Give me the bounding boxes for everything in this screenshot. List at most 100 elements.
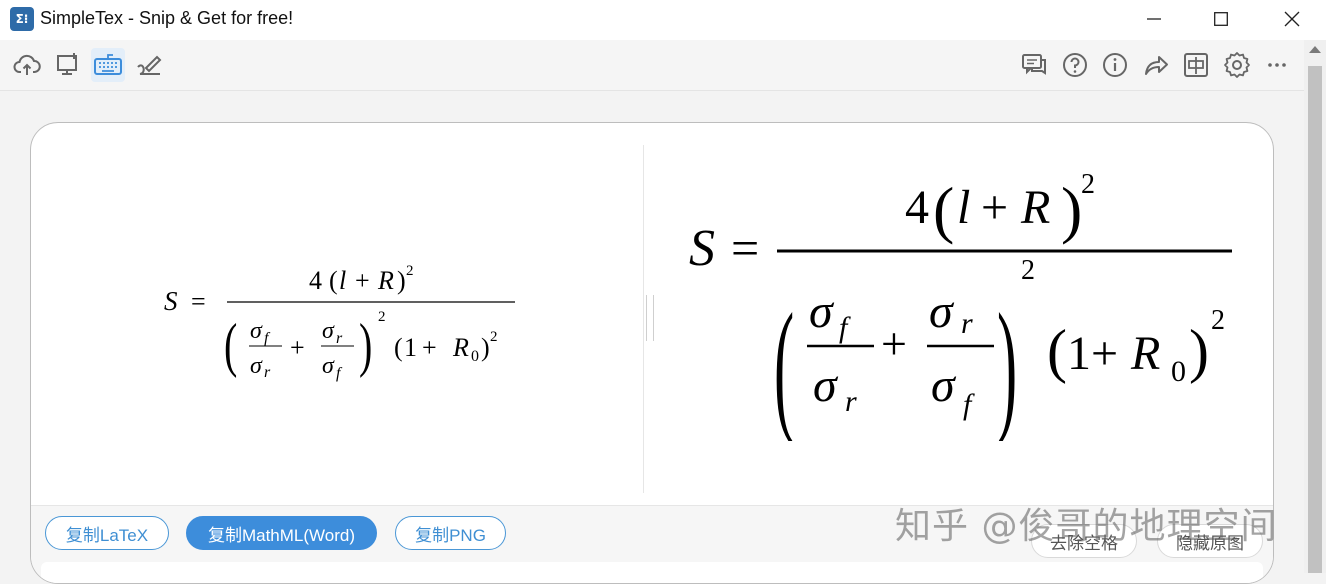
scroll-thumb[interactable] <box>1308 66 1322 573</box>
formula-sigma: σ <box>322 318 335 344</box>
settings-icon <box>1224 52 1250 78</box>
maximize-button[interactable] <box>1191 0 1251 38</box>
formula-paren: ( <box>394 333 403 362</box>
splitter-handle[interactable] <box>646 295 654 341</box>
image-equals: = <box>731 220 759 276</box>
formula-paren: ( <box>329 266 338 295</box>
formula-plus: + <box>422 333 437 362</box>
keyboard-icon <box>94 54 122 75</box>
minimize-icon <box>1147 18 1161 20</box>
image-sub: f <box>839 311 851 344</box>
original-image: S = 4 ( l + R ) 2 ( σ f σ r + σ r σ f ) … <box>689 169 1232 441</box>
share-icon <box>1145 56 1168 75</box>
copy-latex-button[interactable]: 复制LaTeX <box>45 516 169 550</box>
formula-sub: r <box>264 364 271 381</box>
footer-panel <box>41 562 1263 583</box>
rendered-formula: S = 4 ( l + R ) 2 ( σ f σ r + σ r σ f ) … <box>164 263 515 382</box>
upload-button[interactable] <box>10 48 44 82</box>
minimize-button[interactable] <box>1124 0 1184 38</box>
handwriting-icon <box>137 55 162 75</box>
image-coef: 4 <box>905 181 929 234</box>
formula-plus: + <box>355 266 370 295</box>
image-paren: ) <box>1061 174 1082 245</box>
help-button[interactable] <box>1058 48 1092 82</box>
chinese-toggle-button[interactable] <box>1179 48 1213 82</box>
info-icon <box>1103 53 1127 77</box>
formula-R: R <box>377 266 394 295</box>
feedback-button[interactable] <box>1017 48 1051 82</box>
formula-one: 1 <box>404 333 417 362</box>
more-icon <box>1268 63 1286 67</box>
image-paren: ) <box>1189 318 1209 384</box>
formula-coef: 4 <box>309 266 322 295</box>
image-sigma: σ <box>813 359 839 412</box>
formula-equals: = <box>191 287 206 316</box>
screen-capture-button[interactable] <box>51 48 85 82</box>
window-title: SimpleTex - Snip & Get for free! <box>40 8 294 28</box>
image-R: R <box>1130 327 1160 380</box>
copy-mathml-button[interactable]: 复制MathML(Word) <box>186 516 377 550</box>
formula-sigma: σ <box>250 318 263 344</box>
vertical-scrollbar[interactable] <box>1304 40 1326 573</box>
image-sigma: σ <box>931 359 957 412</box>
watermark-text: 知乎 @俊哥的地理空间 <box>895 506 1278 547</box>
image-one: 1 <box>1067 327 1091 380</box>
copy-png-button[interactable]: 复制PNG <box>395 516 506 550</box>
image-sub: f <box>963 388 975 421</box>
formula-sub: r <box>336 330 343 347</box>
image-exponent: 2 <box>1211 305 1225 336</box>
image-sub: r <box>961 307 973 340</box>
close-icon <box>1284 11 1300 27</box>
image-exponent: 2 <box>1021 255 1035 286</box>
panel-divider <box>643 145 644 493</box>
image-big-paren: ) <box>997 283 1017 441</box>
toolbar <box>0 40 1326 91</box>
screen-capture-icon <box>57 53 77 75</box>
formula-plus: + <box>290 333 305 362</box>
formula-sub: f <box>264 330 271 347</box>
title-bar: Σ⁝ SimpleTex - Snip & Get for free! <box>0 0 1326 40</box>
image-sigma: σ <box>809 285 835 338</box>
formula-lhs: S <box>164 286 178 316</box>
formula-sub: f <box>336 365 343 382</box>
image-paren: ( <box>933 174 954 245</box>
handwriting-button[interactable] <box>132 48 166 82</box>
formula-exponent: 2 <box>490 329 498 345</box>
image-lhs: S <box>689 220 715 277</box>
formula-sigma: σ <box>322 353 335 379</box>
image-plus: + <box>981 181 1008 234</box>
formula-l: l <box>339 266 346 295</box>
more-button[interactable] <box>1260 48 1294 82</box>
formula-paren: ) <box>397 266 406 295</box>
share-button[interactable] <box>1139 48 1173 82</box>
help-icon <box>1063 53 1087 77</box>
maximize-icon <box>1214 12 1228 26</box>
info-button[interactable] <box>1098 48 1132 82</box>
image-sub: 0 <box>1171 355 1186 388</box>
close-button[interactable] <box>1262 0 1322 38</box>
cloud-upload-icon <box>13 54 41 75</box>
image-exponent: 2 <box>1081 169 1095 200</box>
formula-paren: ) <box>481 333 490 362</box>
image-plus: + <box>881 318 907 369</box>
image-l: l <box>957 181 970 234</box>
image-R: R <box>1020 181 1050 234</box>
chinese-toggle-icon <box>1184 53 1208 77</box>
formula-sub: 0 <box>471 348 479 365</box>
formula-sigma: σ <box>250 353 263 379</box>
keyboard-input-button[interactable] <box>91 48 125 82</box>
image-paren: ( <box>1047 318 1067 384</box>
app-logo-icon: Σ⁝ <box>10 7 34 31</box>
formula-big-paren: ( <box>224 313 237 379</box>
feedback-icon <box>1022 54 1046 75</box>
formula-exponent: 2 <box>378 309 386 325</box>
formula-R: R <box>452 333 469 362</box>
image-big-paren: ( <box>774 283 794 441</box>
image-sigma: σ <box>929 285 955 338</box>
settings-button[interactable] <box>1220 48 1254 82</box>
scroll-up-arrow-icon[interactable] <box>1309 46 1321 53</box>
formula-big-paren: ) <box>359 313 372 379</box>
formula-exponent: 2 <box>406 263 414 279</box>
image-plus: + <box>1091 327 1118 380</box>
image-sub: r <box>845 385 857 418</box>
